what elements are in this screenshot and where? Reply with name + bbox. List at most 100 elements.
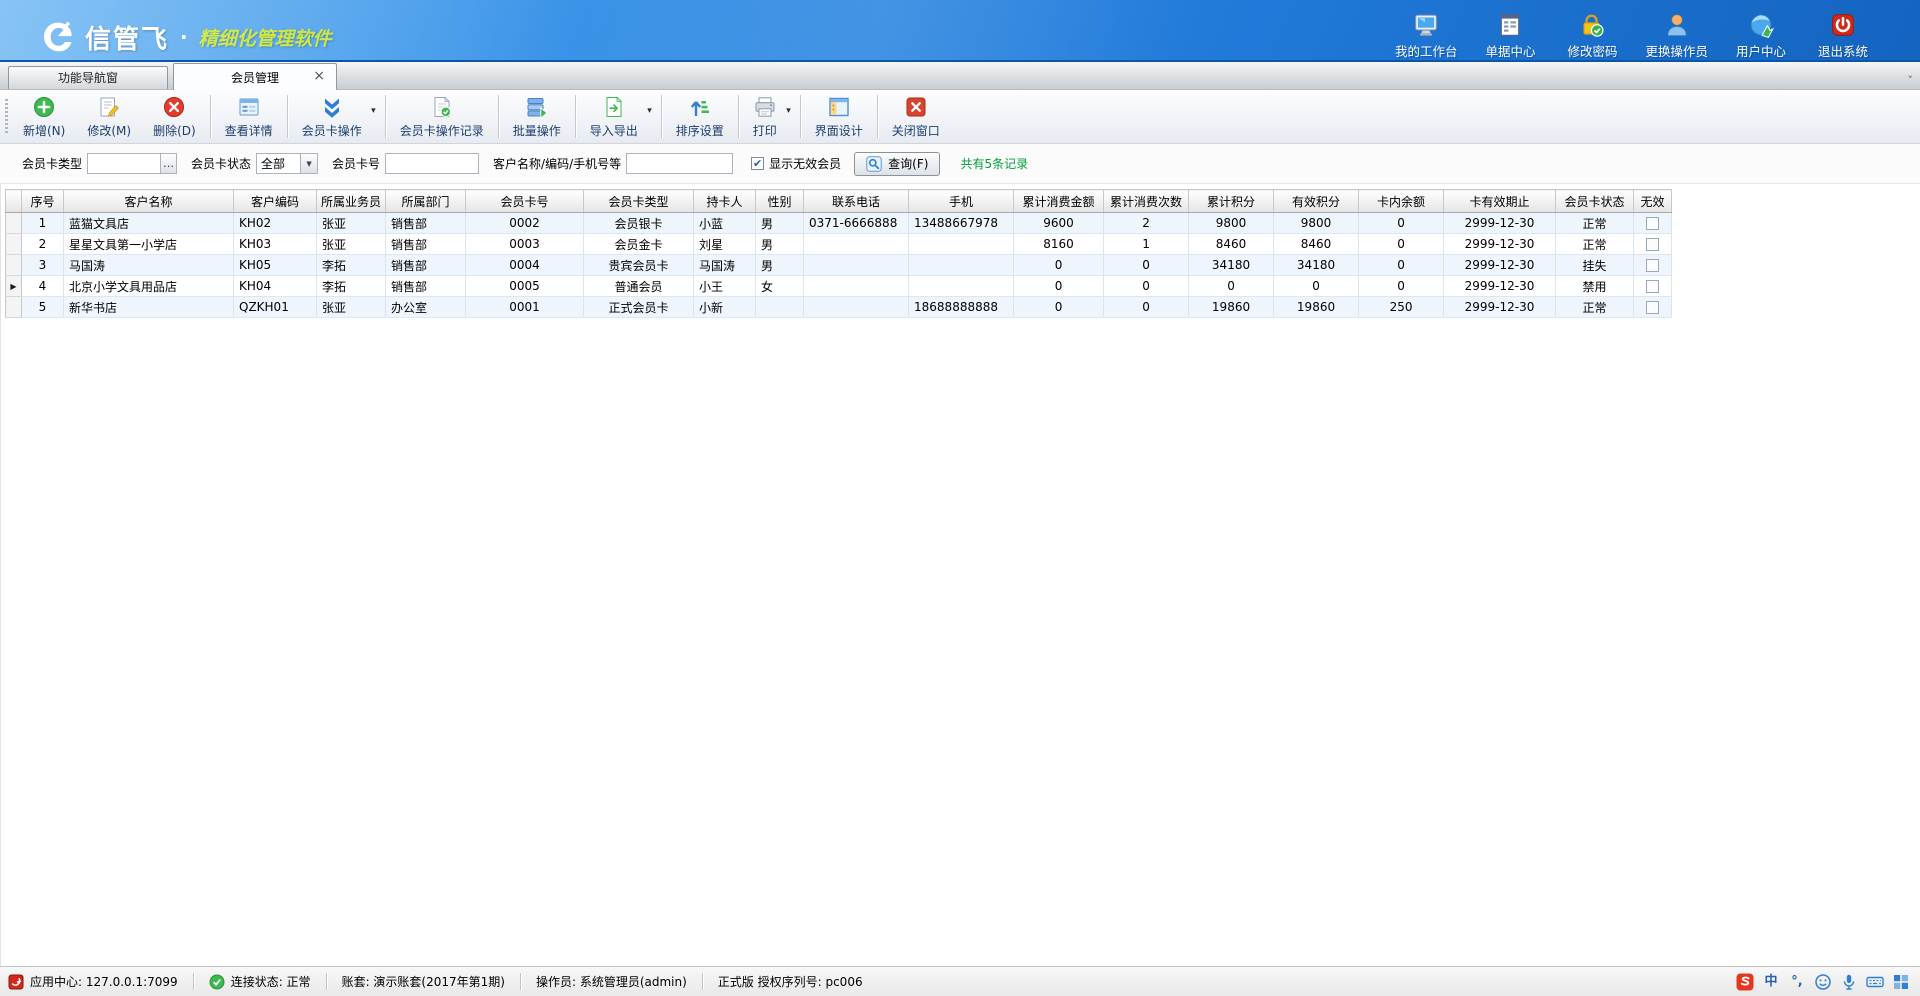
cell[interactable] xyxy=(756,297,804,318)
show-invalid-checkbox[interactable]: ✔ xyxy=(751,157,764,170)
batch-operations-button[interactable]: 批量操作 xyxy=(502,90,572,143)
cell[interactable] xyxy=(1634,213,1672,234)
column-header[interactable]: 累计消费次数 xyxy=(1104,190,1189,213)
cell[interactable]: 250 xyxy=(1359,297,1444,318)
cell[interactable]: 13488667978 xyxy=(909,213,1014,234)
cell[interactable]: 18688888888 xyxy=(909,297,1014,318)
cell[interactable]: 1 xyxy=(1104,234,1189,255)
cell[interactable]: 0 xyxy=(1104,297,1189,318)
cell[interactable]: 马国涛 xyxy=(64,255,234,276)
cell[interactable]: 2999-12-30 xyxy=(1444,255,1556,276)
dropdown-arrow-icon[interactable]: ▾ xyxy=(786,106,791,116)
cell[interactable]: 4 xyxy=(22,276,64,297)
invalid-checkbox[interactable] xyxy=(1646,259,1659,272)
cell[interactable]: 0 xyxy=(1359,276,1444,297)
cell[interactable]: 北京小学文具用品店 xyxy=(64,276,234,297)
tab-close-icon[interactable]: × xyxy=(313,69,325,83)
column-header[interactable]: 有效积分 xyxy=(1274,190,1359,213)
customer-input[interactable] xyxy=(626,153,733,174)
cell[interactable]: 2999-12-30 xyxy=(1444,234,1556,255)
table-row[interactable]: 1蓝猫文具店KH02张亚销售部0002会员银卡小蓝男0371-666688813… xyxy=(6,213,1672,234)
cell[interactable]: 8160 xyxy=(1014,234,1104,255)
ui-design-button[interactable]: 界面设计 xyxy=(804,90,874,143)
cell[interactable] xyxy=(1634,297,1672,318)
cell[interactable]: 19860 xyxy=(1274,297,1359,318)
cell[interactable]: 2 xyxy=(22,234,64,255)
quick-action-switch-operator[interactable]: 更换操作员 xyxy=(1645,12,1708,60)
cell[interactable]: 挂失 xyxy=(1556,255,1634,276)
close-window-button[interactable]: 关闭窗口 xyxy=(881,90,951,143)
dropdown-arrow-icon[interactable]: ▾ xyxy=(371,106,376,116)
cell[interactable]: 会员银卡 xyxy=(584,213,694,234)
cell[interactable]: 正常 xyxy=(1556,234,1634,255)
cell[interactable]: 0002 xyxy=(466,213,584,234)
quick-action-bill-center[interactable]: 单据中心 xyxy=(1481,12,1539,60)
cell[interactable]: 刘星 xyxy=(694,234,756,255)
add-button[interactable]: 新增(N) xyxy=(12,90,76,143)
cell[interactable] xyxy=(1634,276,1672,297)
cell[interactable]: KH04 xyxy=(234,276,317,297)
invalid-checkbox[interactable] xyxy=(1646,238,1659,251)
cell[interactable]: 0 xyxy=(1014,255,1104,276)
column-header[interactable]: 卡内余额 xyxy=(1359,190,1444,213)
toolbar-grip[interactable] xyxy=(5,99,8,134)
cell[interactable] xyxy=(1634,255,1672,276)
cell[interactable]: 销售部 xyxy=(386,276,466,297)
cell[interactable]: 0001 xyxy=(466,297,584,318)
soft-keyboard-icon[interactable] xyxy=(1866,973,1884,991)
cell[interactable]: 0 xyxy=(1104,255,1189,276)
cell[interactable]: 贵宾会员卡 xyxy=(584,255,694,276)
column-header[interactable]: 序号 xyxy=(22,190,64,213)
cell[interactable]: 0005 xyxy=(466,276,584,297)
column-header[interactable]: 性别 xyxy=(756,190,804,213)
cell[interactable]: 2999-12-30 xyxy=(1444,213,1556,234)
column-header[interactable]: 客户名称 xyxy=(64,190,234,213)
invalid-checkbox[interactable] xyxy=(1646,217,1659,230)
cell[interactable]: 普通会员 xyxy=(584,276,694,297)
import-export-button[interactable]: 导入导出▾ xyxy=(579,90,658,143)
cell[interactable]: 办公室 xyxy=(386,297,466,318)
cell[interactable]: 销售部 xyxy=(386,234,466,255)
cell[interactable]: 9800 xyxy=(1274,213,1359,234)
cell[interactable]: 销售部 xyxy=(386,255,466,276)
cell[interactable]: 2999-12-30 xyxy=(1444,276,1556,297)
cell[interactable]: KH03 xyxy=(234,234,317,255)
cell[interactable] xyxy=(1634,234,1672,255)
tab-function-navigator[interactable]: 功能导航窗 xyxy=(8,66,168,89)
cell[interactable]: 0371-6666888 xyxy=(804,213,909,234)
invalid-checkbox[interactable] xyxy=(1646,301,1659,314)
table-row[interactable]: 5新华书店QZKH01张亚办公室0001正式会员卡小新1868888888800… xyxy=(6,297,1672,318)
column-header[interactable]: 会员卡状态 xyxy=(1556,190,1634,213)
sort-settings-button[interactable]: 排序设置 xyxy=(665,90,735,143)
cell[interactable] xyxy=(804,234,909,255)
card-operation-log-button[interactable]: 会员卡操作记录 xyxy=(389,90,495,143)
cell[interactable]: 张亚 xyxy=(317,213,386,234)
cell[interactable]: 9800 xyxy=(1189,213,1274,234)
sogou-input-icon[interactable] xyxy=(1736,973,1754,991)
cell[interactable]: 正式会员卡 xyxy=(584,297,694,318)
input-toolbox-icon[interactable] xyxy=(1892,973,1910,991)
delete-button[interactable]: 删除(D) xyxy=(142,90,207,143)
column-header[interactable]: 手机 xyxy=(909,190,1014,213)
cell[interactable]: 0003 xyxy=(466,234,584,255)
card-type-input[interactable] xyxy=(87,153,160,174)
cell[interactable]: 0 xyxy=(1189,276,1274,297)
card-operations-button[interactable]: 会员卡操作▾ xyxy=(291,90,382,143)
column-header[interactable]: 联系电话 xyxy=(804,190,909,213)
cell[interactable]: 0 xyxy=(1104,276,1189,297)
column-header[interactable]: 所属部门 xyxy=(386,190,466,213)
cell[interactable]: 3 xyxy=(22,255,64,276)
chevron-down-icon[interactable]: ˅ xyxy=(1908,74,1914,87)
cell[interactable]: 0004 xyxy=(466,255,584,276)
card-status-select[interactable]: 全部 ▼ xyxy=(256,153,318,174)
query-button[interactable]: 查询(F) xyxy=(854,152,940,176)
cell[interactable]: 0 xyxy=(1359,213,1444,234)
cell[interactable]: 马国涛 xyxy=(694,255,756,276)
table-row[interactable]: ▶4北京小学文具用品店KH04李拓销售部0005普通会员小王女000002999… xyxy=(6,276,1672,297)
cell[interactable]: 0 xyxy=(1274,276,1359,297)
cell[interactable] xyxy=(804,276,909,297)
cell[interactable]: 2999-12-30 xyxy=(1444,297,1556,318)
quick-action-exit-system[interactable]: 退出系统 xyxy=(1814,12,1872,60)
cell[interactable]: KH02 xyxy=(234,213,317,234)
cell[interactable]: 0 xyxy=(1014,276,1104,297)
